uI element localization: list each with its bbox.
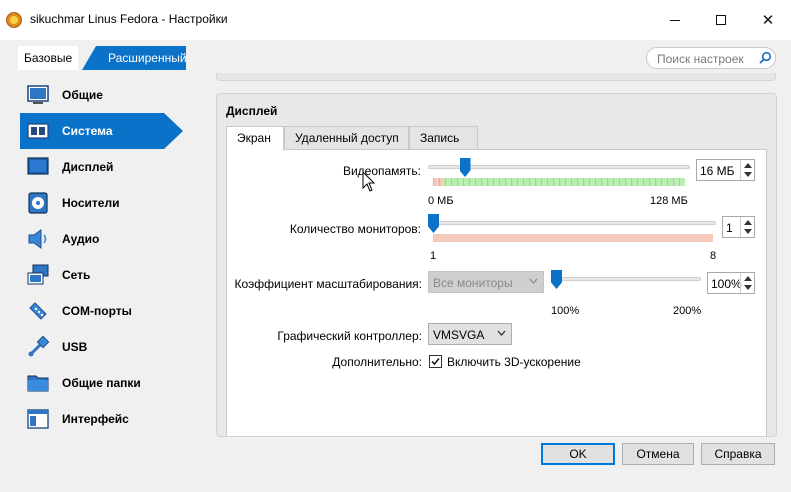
sidebar-item-usb[interactable]: USB <box>20 329 203 365</box>
spin-up-icon[interactable] <box>744 220 752 225</box>
help-button[interactable]: Справка <box>701 443 775 465</box>
scale-factor-min-label: 100% <box>551 305 580 317</box>
sidebar-item-general[interactable]: Общие <box>20 77 203 113</box>
video-memory-value: 16 МБ <box>700 164 735 178</box>
video-memory-label: Видеопамять: <box>342 164 421 178</box>
sidebar-item-label: Носители <box>62 196 120 210</box>
audio-speaker-icon <box>26 227 50 251</box>
display-section: Дисплей Экран Удаленный доступ Запись Ви… <box>216 93 777 437</box>
shared-folder-icon <box>26 371 50 395</box>
monitor-count-spinbox[interactable]: 1 <box>722 216 755 238</box>
sidebar-item-network[interactable]: Сеть <box>20 257 203 293</box>
window-title: sikuchmar Linus Fedora - Настройки <box>30 12 228 26</box>
scale-factor-slider-thumb[interactable] <box>551 270 562 289</box>
serial-port-icon <box>26 299 50 323</box>
scale-monitor-select: Все мониторы <box>428 271 544 293</box>
close-icon: ✕ <box>761 12 775 29</box>
general-icon <box>26 83 50 107</box>
close-button[interactable]: ✕ <box>745 0 791 40</box>
spin-down-icon[interactable] <box>744 285 752 290</box>
sidebar-item-com-ports[interactable]: COM-порты <box>20 293 203 329</box>
minimize-button[interactable] <box>652 0 698 40</box>
sidebar-item-label: Общие <box>62 88 103 102</box>
system-chip-icon <box>26 119 50 143</box>
sidebar-item-label: Интерфейс <box>62 412 129 426</box>
graphics-controller-value: VMSVGA <box>433 328 485 342</box>
search-input[interactable] <box>657 51 753 66</box>
spin-up-icon[interactable] <box>744 163 752 168</box>
minimize-icon <box>670 19 680 21</box>
video-memory-spinbox[interactable]: 16 МБ <box>696 159 755 181</box>
previous-section-edge <box>216 73 776 81</box>
sidebar-item-shared-folders[interactable]: Общие папки <box>20 365 203 401</box>
maximize-icon <box>716 15 726 25</box>
ok-button[interactable]: OK <box>541 443 615 465</box>
sidebar-item-display[interactable]: Дисплей <box>20 149 203 185</box>
monitor-count-slider-track[interactable] <box>428 221 716 225</box>
video-memory-min-label: 0 МБ <box>428 195 454 207</box>
scale-factor-label: Коэффициент масштабирования: <box>234 277 422 291</box>
monitor-count-spin-arrows[interactable] <box>740 217 754 237</box>
extended-features-label: Дополнительно: <box>332 355 422 369</box>
tab-recording[interactable]: Запись <box>409 126 478 150</box>
sidebar-item-storage[interactable]: Носители <box>20 185 203 221</box>
cancel-button[interactable]: Отмена <box>622 443 694 465</box>
monitor-count-min-label: 1 <box>430 250 437 262</box>
mode-basic-tab[interactable]: Базовые <box>18 46 79 70</box>
sidebar-item-label: Дисплей <box>62 160 114 174</box>
scale-monitor-select-value: Все мониторы <box>433 276 513 290</box>
usb-icon <box>26 335 50 359</box>
sidebar-item-label: Аудио <box>62 232 100 246</box>
monitor-count-max-label: 8 <box>710 250 717 262</box>
chevron-down-icon <box>497 330 506 336</box>
spin-down-icon[interactable] <box>744 229 752 234</box>
monitor-count-label: Количество мониторов: <box>289 222 421 236</box>
search-icon[interactable] <box>757 50 773 66</box>
enable-3d-checkbox[interactable] <box>429 355 442 368</box>
screen-tab-content: Видеопамять: 0 МБ 128 МБ 16 МБ Количеств… <box>226 149 767 436</box>
monitor-count-value: 1 <box>726 221 733 235</box>
sidebar-item-interface[interactable]: Интерфейс <box>20 401 203 437</box>
sidebar-item-label: COM-порты <box>62 304 132 318</box>
tab-remote-display[interactable]: Удаленный доступ <box>284 126 409 150</box>
video-memory-max-label: 128 МБ <box>650 195 688 207</box>
mode-advanced-tab[interactable]: Расширенный <box>82 46 186 70</box>
scale-factor-slider-track[interactable] <box>551 277 701 281</box>
scale-factor-value: 100% <box>711 277 742 291</box>
settings-sidebar: Общие Система Дисплей Носители Аудио Сет… <box>20 77 203 447</box>
virtualbox-app-icon <box>6 12 22 28</box>
monitor-count-slider-thumb[interactable] <box>428 214 439 233</box>
video-memory-ticks <box>433 178 685 186</box>
user-interface-icon <box>26 407 50 431</box>
enable-3d-label[interactable]: Включить 3D-ускорение <box>447 355 581 369</box>
mouse-cursor-icon <box>362 171 376 192</box>
network-icon <box>26 263 50 287</box>
spin-up-icon[interactable] <box>744 276 752 281</box>
sidebar-item-audio[interactable]: Аудио <box>20 221 203 257</box>
chevron-down-icon <box>529 278 538 284</box>
checkmark-icon <box>431 358 440 366</box>
title-bar: sikuchmar Linus Fedora - Настройки ✕ <box>0 0 791 40</box>
tab-screen[interactable]: Экран <box>226 126 284 151</box>
section-title: Дисплей <box>226 104 278 118</box>
scale-factor-spin-arrows[interactable] <box>740 273 754 293</box>
graphics-controller-label: Графический контроллер: <box>277 329 422 343</box>
sidebar-item-label: Система <box>62 124 113 138</box>
display-icon <box>26 155 50 179</box>
search-box[interactable] <box>646 47 776 69</box>
spin-down-icon[interactable] <box>744 172 752 177</box>
video-memory-slider-thumb[interactable] <box>459 158 471 177</box>
sidebar-item-label: USB <box>62 340 88 354</box>
sidebar-item-label: Общие папки <box>62 376 141 390</box>
scale-factor-max-label: 200% <box>673 305 702 317</box>
sidebar-item-label: Сеть <box>62 268 91 282</box>
maximize-button[interactable] <box>698 0 744 40</box>
sidebar-item-system[interactable]: Система <box>20 113 183 149</box>
monitor-count-band <box>433 234 713 242</box>
storage-disk-icon <box>26 191 50 215</box>
mode-switch: Базовые Расширенный <box>14 46 186 70</box>
graphics-controller-select[interactable]: VMSVGA <box>428 323 512 345</box>
video-memory-spin-arrows[interactable] <box>740 160 754 180</box>
scale-factor-spinbox[interactable]: 100% <box>707 272 755 294</box>
